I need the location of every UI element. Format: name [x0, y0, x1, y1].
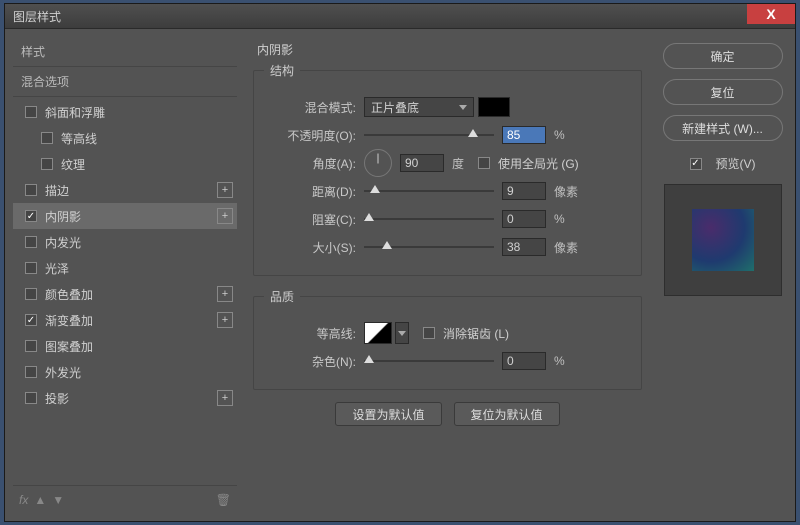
sidebar-item-6[interactable]: 光泽	[13, 255, 237, 281]
contour-dropdown[interactable]	[395, 322, 409, 344]
trash-icon[interactable]: 🗑	[216, 493, 231, 507]
preview-label: 预览(V)	[716, 155, 756, 172]
noise-label: 杂色(N):	[264, 353, 364, 370]
close-button[interactable]: X	[747, 4, 795, 24]
color-swatch[interactable]	[478, 97, 510, 117]
style-checkbox[interactable]	[25, 392, 37, 404]
sidebar-item-label: 图案叠加	[45, 338, 93, 355]
preview-box	[664, 184, 782, 296]
sidebar-item-label: 纹理	[61, 156, 85, 173]
styles-sidebar: 样式 混合选项 斜面和浮雕等高线纹理描边 + 内阴影 + 内发光光泽颜色叠加 + 渐变叠加 +…	[5, 29, 245, 521]
sidebar-item-9[interactable]: 图案叠加	[13, 333, 237, 359]
sidebar-item-3[interactable]: 描边 +	[13, 177, 237, 203]
up-icon[interactable]: ▲	[34, 493, 46, 507]
sidebar-item-11[interactable]: 投影 +	[13, 385, 237, 411]
sidebar-item-label: 颜色叠加	[45, 286, 93, 303]
style-checkbox[interactable]	[25, 184, 37, 196]
sidebar-item-label: 斜面和浮雕	[45, 104, 105, 121]
style-checkbox[interactable]	[41, 158, 53, 170]
blend-mode-select[interactable]: 正片叠底	[364, 97, 474, 117]
sidebar-item-label: 光泽	[45, 260, 69, 277]
style-checkbox[interactable]	[25, 262, 37, 274]
style-checkbox[interactable]	[25, 210, 37, 222]
preview-checkbox[interactable]	[690, 158, 702, 170]
sidebar-item-label: 描边	[45, 182, 69, 199]
sidebar-item-label: 渐变叠加	[45, 312, 93, 329]
style-checkbox[interactable]	[25, 236, 37, 248]
add-effect-icon[interactable]: +	[217, 390, 233, 406]
sidebar-item-2[interactable]: 纹理	[13, 151, 237, 177]
preview-swatch	[692, 209, 754, 271]
style-checkbox[interactable]	[25, 106, 37, 118]
right-panel: 确定 复位 新建样式 (W)... 预览(V)	[650, 29, 795, 521]
sidebar-footer: fx ▲ ▼ 🗑	[13, 485, 237, 513]
style-checkbox[interactable]	[25, 340, 37, 352]
opacity-slider[interactable]	[364, 127, 494, 143]
distance-slider[interactable]	[364, 183, 494, 199]
style-checkbox[interactable]	[41, 132, 53, 144]
sidebar-item-7[interactable]: 颜色叠加 +	[13, 281, 237, 307]
down-icon[interactable]: ▼	[52, 493, 64, 507]
add-effect-icon[interactable]: +	[217, 286, 233, 302]
noise-input[interactable]: 0	[502, 352, 546, 370]
sidebar-item-label: 外发光	[45, 364, 81, 381]
quality-legend: 品质	[264, 288, 300, 305]
style-checkbox[interactable]	[25, 366, 37, 378]
contour-label: 等高线:	[264, 325, 364, 342]
add-effect-icon[interactable]: +	[217, 208, 233, 224]
style-checkbox[interactable]	[25, 288, 37, 300]
sidebar-header[interactable]: 样式	[13, 37, 237, 66]
global-light-checkbox[interactable]	[478, 157, 490, 169]
blend-mode-label: 混合模式:	[264, 99, 364, 116]
choke-input[interactable]: 0	[502, 210, 546, 228]
size-slider[interactable]	[364, 239, 494, 255]
sidebar-item-label: 投影	[45, 390, 69, 407]
angle-dial[interactable]	[364, 149, 392, 177]
antialias-checkbox[interactable]	[423, 327, 435, 339]
style-checkbox[interactable]	[25, 314, 37, 326]
angle-input[interactable]: 90	[400, 154, 444, 172]
global-light-label: 使用全局光 (G)	[498, 155, 579, 172]
antialias-label: 消除锯齿 (L)	[443, 325, 509, 342]
new-style-button[interactable]: 新建样式 (W)...	[663, 115, 783, 141]
sidebar-item-label: 等高线	[61, 130, 97, 147]
sidebar-item-label: 内阴影	[45, 208, 81, 225]
noise-slider[interactable]	[364, 353, 494, 369]
opacity-label: 不透明度(O):	[264, 127, 364, 144]
sidebar-item-10[interactable]: 外发光	[13, 359, 237, 385]
sidebar-item-4[interactable]: 内阴影 +	[13, 203, 237, 229]
sidebar-item-1[interactable]: 等高线	[13, 125, 237, 151]
sidebar-item-5[interactable]: 内发光	[13, 229, 237, 255]
angle-label: 角度(A):	[264, 155, 364, 172]
layer-style-dialog: 图层样式 X 样式 混合选项 斜面和浮雕等高线纹理描边 + 内阴影 + 内发光光泽颜色叠…	[4, 3, 796, 522]
panel-title: 内阴影	[253, 41, 642, 58]
choke-label: 阻塞(C):	[264, 211, 364, 228]
settings-panel: 内阴影 结构 混合模式: 正片叠底 不透明度(O): 85 % 角度(A):	[245, 29, 650, 521]
sidebar-item-8[interactable]: 渐变叠加 +	[13, 307, 237, 333]
choke-slider[interactable]	[364, 211, 494, 227]
sidebar-item-0[interactable]: 斜面和浮雕	[13, 99, 237, 125]
contour-picker[interactable]	[364, 322, 392, 344]
quality-group: 品质 等高线: 消除锯齿 (L) 杂色(N): 0 %	[253, 288, 642, 390]
ok-button[interactable]: 确定	[663, 43, 783, 69]
make-default-button[interactable]: 设置为默认值	[335, 402, 441, 426]
distance-label: 距离(D):	[264, 183, 364, 200]
dialog-title: 图层样式	[13, 8, 61, 25]
titlebar[interactable]: 图层样式 X	[5, 4, 795, 29]
add-effect-icon[interactable]: +	[217, 312, 233, 328]
structure-group: 结构 混合模式: 正片叠底 不透明度(O): 85 % 角度(A): 90 度	[253, 62, 642, 276]
structure-legend: 结构	[264, 62, 300, 79]
size-label: 大小(S):	[264, 239, 364, 256]
sidebar-item-label: 内发光	[45, 234, 81, 251]
sidebar-subheader[interactable]: 混合选项	[13, 66, 237, 97]
size-input[interactable]: 38	[502, 238, 546, 256]
opacity-input[interactable]: 85	[502, 126, 546, 144]
cancel-button[interactable]: 复位	[663, 79, 783, 105]
distance-input[interactable]: 9	[502, 182, 546, 200]
fx-icon[interactable]: fx	[19, 493, 28, 507]
add-effect-icon[interactable]: +	[217, 182, 233, 198]
reset-default-button[interactable]: 复位为默认值	[454, 402, 560, 426]
